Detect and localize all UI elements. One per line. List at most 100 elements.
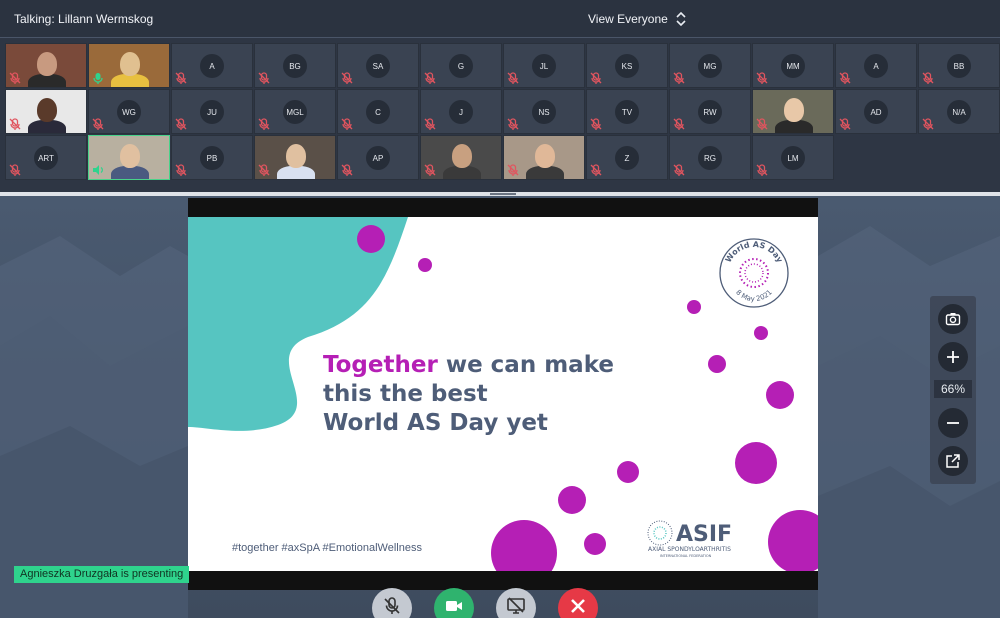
- participant-tile[interactable]: [752, 89, 834, 134]
- headline-highlight: Together: [323, 352, 438, 378]
- mic-muted-icon: [506, 163, 520, 177]
- participant-tile[interactable]: G: [420, 43, 502, 88]
- participant-tile[interactable]: WG: [88, 89, 170, 134]
- participant-tile[interactable]: TV: [586, 89, 668, 134]
- camera-button[interactable]: [434, 588, 474, 618]
- participant-tile[interactable]: [420, 135, 502, 180]
- participant-initials: J: [449, 100, 473, 124]
- mic-muted-icon: [340, 163, 354, 177]
- participant-initials: BB: [947, 54, 971, 78]
- participant-tile[interactable]: LM: [752, 135, 834, 180]
- participant-initials: NS: [532, 100, 556, 124]
- mic-on-icon: [91, 71, 105, 85]
- call-controls: [372, 588, 602, 618]
- mute-button[interactable]: [372, 588, 412, 618]
- participant-tile[interactable]: RW: [669, 89, 751, 134]
- participant-tile[interactable]: N/A: [918, 89, 1000, 134]
- participant-tile[interactable]: MGL: [254, 89, 336, 134]
- zoom-in-button[interactable]: [938, 342, 968, 372]
- mic-muted-icon: [838, 71, 852, 85]
- participant-tile[interactable]: [5, 43, 87, 88]
- participant-tile[interactable]: [503, 135, 585, 180]
- participant-tile[interactable]: AD: [835, 89, 917, 134]
- mic-muted-icon: [672, 163, 686, 177]
- zoom-panel: 66%: [930, 296, 976, 484]
- participant-tile[interactable]: JU: [171, 89, 253, 134]
- participant-initials: PB: [200, 146, 224, 170]
- mic-muted-icon: [340, 117, 354, 131]
- participant-tile[interactable]: NS: [503, 89, 585, 134]
- mic-muted-icon: [589, 117, 603, 131]
- participant-tile[interactable]: MG: [669, 43, 751, 88]
- mic-off-icon: [384, 597, 400, 614]
- participant-tile[interactable]: RG: [669, 135, 751, 180]
- minus-icon: [947, 422, 959, 424]
- participant-tile[interactable]: MM: [752, 43, 834, 88]
- participant-tile[interactable]: KS: [586, 43, 668, 88]
- participant-tile[interactable]: PB: [171, 135, 253, 180]
- asif-logo: ASIF AXIAL SPONDYLOARTHRITIS INTERNATION…: [647, 520, 732, 558]
- zoom-level: 66%: [934, 380, 972, 398]
- logo-text: ASIF: [676, 522, 732, 547]
- participant-initials: MM: [781, 54, 805, 78]
- participant-tile[interactable]: A: [171, 43, 253, 88]
- mic-muted-icon: [672, 117, 686, 131]
- participant-initials: TV: [615, 100, 639, 124]
- zoom-out-button[interactable]: [938, 408, 968, 438]
- participant-grid-area: A BG SA G JL KS MG MM A BB WG JU MGL C J NS TV RW AD N/A ART…: [0, 38, 1000, 192]
- hang-up-icon: [571, 599, 585, 613]
- talking-indicator: Talking: Lillann Wermskog: [14, 12, 154, 26]
- participant-tile[interactable]: [88, 43, 170, 88]
- participant-initials: G: [449, 54, 473, 78]
- mic-muted-icon: [340, 71, 354, 85]
- participant-tile[interactable]: [88, 135, 170, 180]
- logo-subtitle-2: INTERNATIONAL FEDERATION: [660, 554, 712, 558]
- participant-initials: C: [366, 100, 390, 124]
- participant-initials: Z: [615, 146, 639, 170]
- mic-muted-icon: [423, 71, 437, 85]
- hang-up-button[interactable]: [558, 588, 598, 618]
- speaker-active-icon: [91, 163, 105, 177]
- screenshot-button[interactable]: [938, 304, 968, 334]
- stop-share-button[interactable]: [496, 588, 536, 618]
- mic-muted-icon: [755, 71, 769, 85]
- participant-tile[interactable]: BB: [918, 43, 1000, 88]
- participant-initials: AD: [864, 100, 888, 124]
- headline-line-3: World AS Day yet: [323, 410, 548, 436]
- participant-tile[interactable]: [5, 89, 87, 134]
- participant-tile[interactable]: ART: [5, 135, 87, 180]
- participant-tile[interactable]: JL: [503, 43, 585, 88]
- mic-muted-icon: [921, 71, 935, 85]
- participant-initials: N/A: [947, 100, 971, 124]
- camera-icon: [945, 313, 961, 326]
- mic-muted-icon: [589, 163, 603, 177]
- participant-initials: KS: [615, 54, 639, 78]
- mic-muted-icon: [755, 163, 769, 177]
- mic-muted-icon: [174, 117, 188, 131]
- participant-initials: A: [200, 54, 224, 78]
- participant-tile[interactable]: AP: [337, 135, 419, 180]
- slide: Together we can make this the best World…: [188, 217, 818, 571]
- mic-muted-icon: [423, 163, 437, 177]
- participant-tile[interactable]: J: [420, 89, 502, 134]
- divider-handle[interactable]: [490, 193, 516, 195]
- mic-muted-icon: [423, 117, 437, 131]
- mic-muted-icon: [257, 71, 271, 85]
- call-header: Talking: Lillann Wermskog View Everyone: [0, 0, 1000, 38]
- participant-initials: RG: [698, 146, 722, 170]
- popout-button[interactable]: [938, 446, 968, 476]
- participant-tile[interactable]: A: [835, 43, 917, 88]
- popout-icon: [946, 454, 960, 468]
- participant-tile[interactable]: Z: [586, 135, 668, 180]
- participant-tile[interactable]: BG: [254, 43, 336, 88]
- participant-tile[interactable]: [254, 135, 336, 180]
- participant-initials: A: [864, 54, 888, 78]
- slide-headline: Together we can make this the best World…: [323, 351, 683, 438]
- mic-muted-icon: [838, 117, 852, 131]
- participant-tile[interactable]: C: [337, 89, 419, 134]
- video-camera-icon: [446, 601, 462, 611]
- view-mode-selector[interactable]: View Everyone: [588, 12, 686, 26]
- mic-muted-icon: [257, 163, 271, 177]
- participant-initials: RW: [698, 100, 722, 124]
- participant-tile[interactable]: SA: [337, 43, 419, 88]
